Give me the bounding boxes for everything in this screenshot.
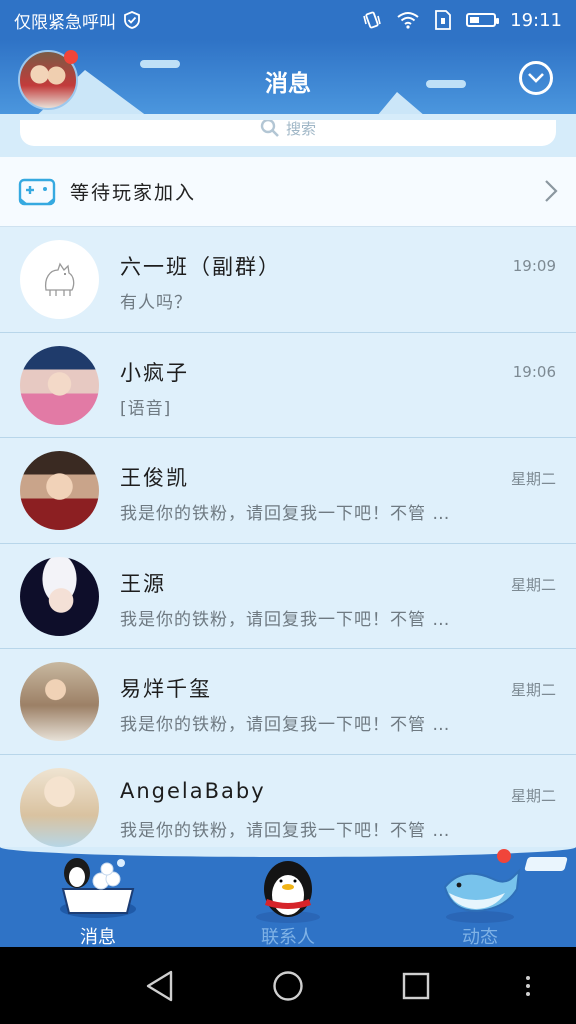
no-sim-icon xyxy=(435,10,452,30)
search-area: 搜索 xyxy=(0,120,576,157)
chat-avatar xyxy=(20,767,99,847)
penguin-bath-icon xyxy=(60,858,136,918)
gamepad-icon xyxy=(18,178,56,205)
header: 消息 xyxy=(0,40,576,122)
chevron-right-icon xyxy=(545,180,558,202)
chat-item[interactable]: 易烊千玺 星期二 我是你的铁粉，请回复我一下吧！不管 … xyxy=(0,649,576,755)
chat-time: 星期二 xyxy=(510,470,556,488)
bottom-tab-bar: 消息 联系人 动态 xyxy=(0,847,576,947)
chat-item[interactable]: 王俊凯 星期二 我是你的铁粉，请回复我一下吧！不管 … xyxy=(0,438,576,544)
status-bar: 仅限紧急呼叫 19:11 xyxy=(0,0,576,40)
chat-time: 星期二 xyxy=(510,575,556,594)
battery-icon xyxy=(466,13,500,27)
search-icon xyxy=(260,120,279,137)
recents-icon[interactable] xyxy=(402,972,430,1000)
game-row-label: 等待玩家加入 xyxy=(70,182,197,204)
chat-item[interactable]: 王源 星期二 我是你的铁粉，请回复我一下吧！不管 … xyxy=(0,543,576,649)
tab-label: 动态 xyxy=(462,927,498,947)
chat-item[interactable]: AngelaBaby 星期二 我是你的铁粉，请回复我一下吧！不管 … xyxy=(0,754,576,847)
back-icon[interactable] xyxy=(145,970,175,1002)
carrier-text: 仅限紧急呼叫 xyxy=(14,12,116,33)
whale-icon xyxy=(443,868,521,923)
chevron-down-icon xyxy=(528,73,544,83)
system-nav-bar xyxy=(0,947,576,1024)
more-icon[interactable] xyxy=(524,974,532,998)
clock: 19:11 xyxy=(510,9,562,31)
chat-preview: 有人吗？ xyxy=(120,293,192,313)
chat-avatar xyxy=(20,556,99,636)
home-icon[interactable] xyxy=(272,970,304,1002)
chat-preview: [语音] xyxy=(120,398,172,419)
dropdown-button[interactable] xyxy=(519,61,553,95)
page-title: 消息 xyxy=(265,71,311,97)
moments-unread-dot xyxy=(497,849,511,863)
chat-avatar xyxy=(20,662,99,741)
tab-label: 联系人 xyxy=(261,927,315,947)
tab-moments[interactable]: 动态 xyxy=(420,847,540,947)
chat-name: AngelaBaby xyxy=(120,778,266,803)
search-input[interactable]: 搜索 xyxy=(20,120,556,146)
chat-time: 星期二 xyxy=(510,786,556,805)
waiting-players-row[interactable]: 等待玩家加入 xyxy=(0,157,576,227)
chat-name: 王俊凯 xyxy=(120,466,189,490)
vibrate-icon xyxy=(363,11,381,29)
chat-avatar xyxy=(20,345,99,425)
chat-avatar xyxy=(20,451,99,530)
chat-item[interactable]: 小疯子 19:06 [语音] xyxy=(0,332,576,438)
chat-name: 易烊千玺 xyxy=(120,677,212,701)
search-placeholder: 搜索 xyxy=(285,120,316,138)
tab-label: 消息 xyxy=(80,927,116,947)
chat-name: 小疯子 xyxy=(120,360,189,385)
chat-time: 19:06 xyxy=(512,362,556,381)
chat-name: 六一班（副群） xyxy=(120,255,281,279)
unread-dot xyxy=(64,50,78,64)
shield-icon xyxy=(124,11,140,29)
chat-preview: 我是你的铁粉，请回复我一下吧！不管 … xyxy=(120,715,451,735)
wifi-icon xyxy=(397,12,419,29)
chat-preview: 我是你的铁粉，请回复我一下吧！不管 … xyxy=(120,609,451,630)
chat-preview: 我是你的铁粉，请回复我一下吧！不管 … xyxy=(120,504,451,524)
tab-messages[interactable]: 消息 xyxy=(38,847,158,947)
chat-name: 王源 xyxy=(120,571,166,596)
chat-avatar xyxy=(20,240,99,319)
tab-contacts[interactable]: 联系人 xyxy=(228,847,348,947)
chat-preview: 我是你的铁粉，请回复我一下吧！不管 … xyxy=(120,820,451,841)
chat-time: 星期二 xyxy=(510,681,556,699)
cat-icon xyxy=(44,262,75,296)
penguin-icon xyxy=(256,861,320,923)
chat-time: 19:09 xyxy=(512,257,556,275)
chat-list: 六一班（副群） 19:09 有人吗？ 小疯子 19:06 [语音] 王俊凯 星期… xyxy=(0,227,576,847)
chat-item[interactable]: 六一班（副群） 19:09 有人吗？ xyxy=(0,227,576,333)
